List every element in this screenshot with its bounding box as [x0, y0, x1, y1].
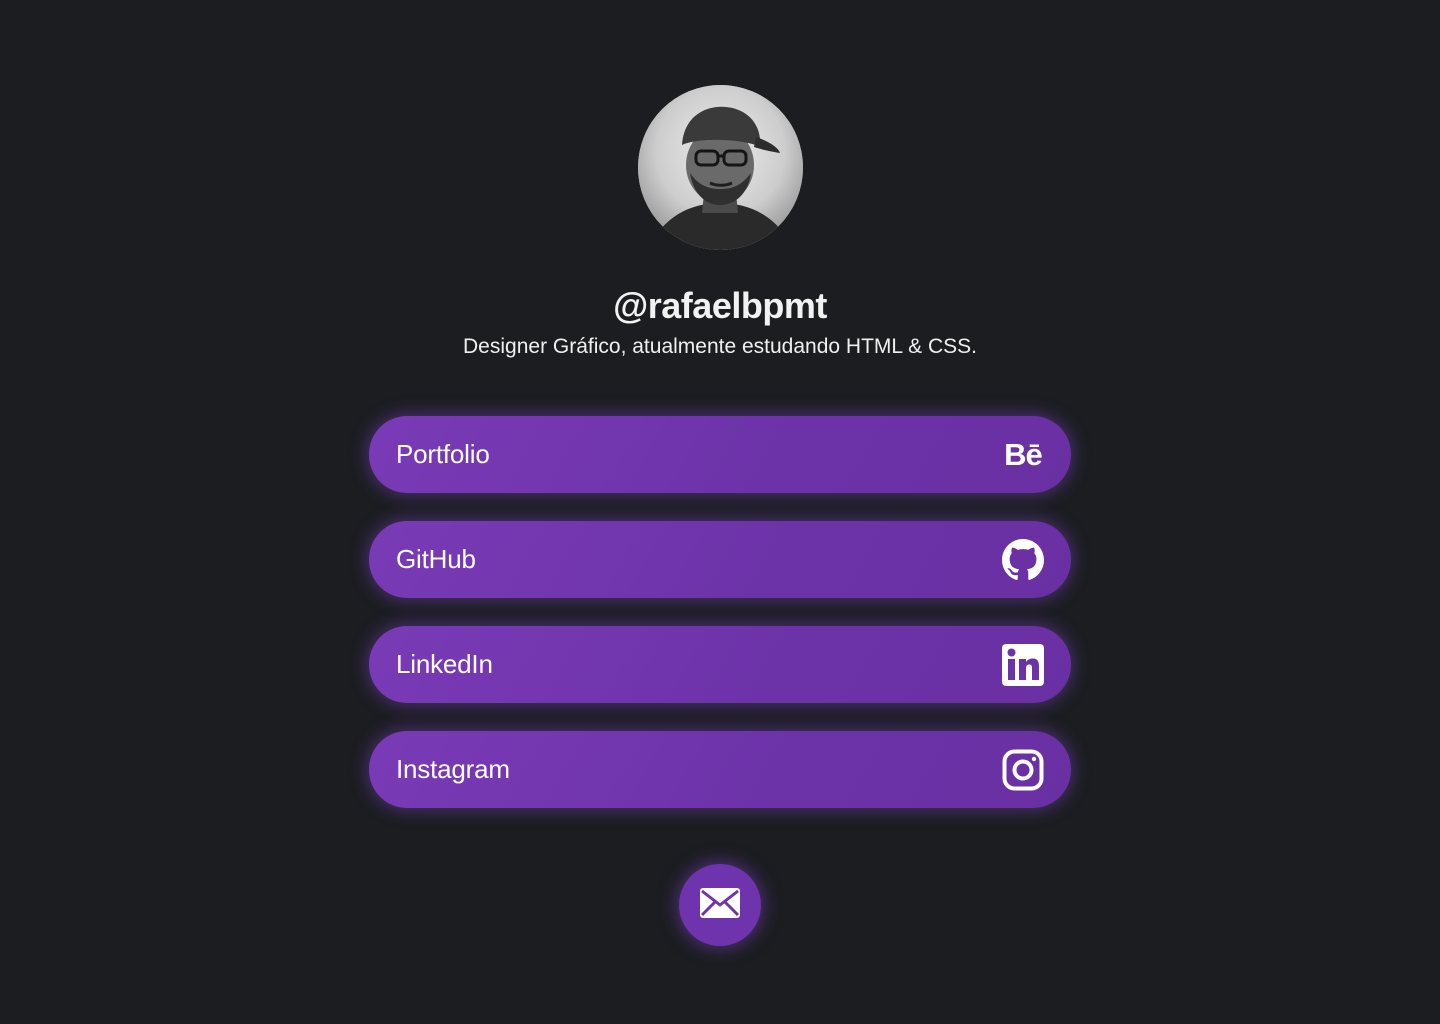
github-icon: [1002, 538, 1044, 581]
github-link-button[interactable]: GitHub: [369, 521, 1071, 598]
linkedin-link-button[interactable]: LinkedIn: [369, 626, 1071, 703]
portfolio-link-label: Portfolio: [396, 439, 490, 469]
instagram-link-label: Instagram: [396, 754, 510, 784]
link-tree-page: @rafaelbpmt Designer Gráfico, atualmente…: [0, 0, 1440, 1024]
instagram-link-button[interactable]: Instagram: [369, 731, 1071, 808]
mail-icon: [699, 887, 741, 924]
behance-icon: Bē: [1004, 437, 1043, 472]
avatar-photo: [637, 85, 803, 250]
instagram-icon: [1002, 749, 1044, 791]
linkedin-icon: [1002, 643, 1044, 686]
profile-username: @rafaelbpmt: [613, 285, 827, 326]
linkedin-link-label: LinkedIn: [396, 649, 493, 679]
avatar: [637, 85, 803, 250]
email-button[interactable]: [679, 864, 761, 946]
portfolio-link-button[interactable]: Portfolio Bē: [369, 416, 1071, 493]
profile-bio: Designer Gráfico, atualmente estudando H…: [463, 335, 977, 358]
github-link-label: GitHub: [396, 544, 476, 574]
link-list: Portfolio Bē GitHub LinkedIn Instagram: [369, 416, 1071, 808]
